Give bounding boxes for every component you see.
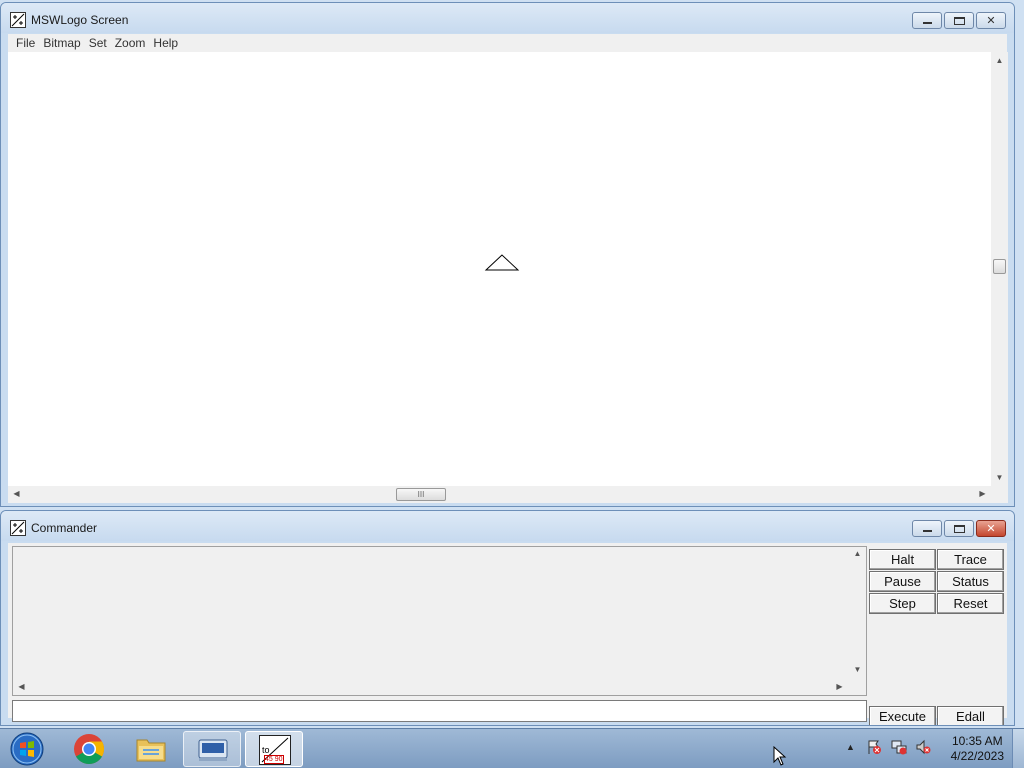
pause-button[interactable]: Pause xyxy=(869,571,936,592)
vertical-scrollbar[interactable]: ▲ ▼ xyxy=(991,52,1008,486)
scroll-right-arrow-icon[interactable]: ▶ xyxy=(974,489,991,498)
commander-close-button[interactable]: ✕ xyxy=(976,520,1006,537)
history-scroll-left-icon[interactable]: ◀ xyxy=(13,682,30,691)
commander-minimize-button[interactable] xyxy=(912,520,942,537)
maximize-icon xyxy=(954,17,965,25)
commander-app-icon xyxy=(10,520,26,536)
commander-window-title: Commander xyxy=(31,521,98,535)
scroll-left-arrow-icon[interactable]: ◀ xyxy=(8,489,25,498)
commander-caption-buttons: ✕ xyxy=(910,520,1006,537)
windows-orb-icon xyxy=(10,732,44,766)
menu-help[interactable]: Help xyxy=(153,34,184,52)
menu-bitmap[interactable]: Bitmap xyxy=(43,34,86,52)
execute-button[interactable]: Execute xyxy=(869,706,936,725)
mswlogo-icon-subtext: 45 90 xyxy=(264,755,284,764)
menu-zoom[interactable]: Zoom xyxy=(115,34,152,52)
mswlogo-taskbar-icon: to 45 90 xyxy=(259,735,291,765)
mouse-cursor-icon xyxy=(773,746,787,766)
mswlogo-screen-window: MSWLogo Screen ✕ File Bitmap Set Zoom He… xyxy=(0,2,1015,507)
show-desktop-button[interactable] xyxy=(1012,729,1024,768)
maximize-button[interactable] xyxy=(944,12,974,29)
screen-caption-buttons: ✕ xyxy=(910,12,1006,29)
commander-window: Commander ✕ ▲ ▼ ◀ ▶ Halt Trace Pause Sta… xyxy=(0,510,1015,726)
minimize-button[interactable] xyxy=(912,12,942,29)
screen-window-title: MSWLogo Screen xyxy=(31,13,129,27)
clock-time: 10:35 AM xyxy=(951,734,1003,748)
network-icon[interactable] xyxy=(891,739,907,758)
folder-icon xyxy=(136,739,166,762)
history-scroll-up-icon[interactable]: ▲ xyxy=(849,549,866,558)
scroll-down-arrow-icon[interactable]: ▼ xyxy=(991,473,1008,482)
horizontal-scrollbar[interactable]: ◀ III ▶ xyxy=(8,486,991,503)
start-button[interactable] xyxy=(2,731,52,767)
drawing-canvas[interactable] xyxy=(8,52,991,486)
vertical-scroll-thumb[interactable] xyxy=(993,259,1006,274)
history-scroll-right-icon[interactable]: ▶ xyxy=(831,682,848,691)
size-grip[interactable] xyxy=(991,486,1008,503)
turtle-graphics xyxy=(484,254,520,271)
close-icon: ✕ xyxy=(986,15,996,27)
chrome-icon xyxy=(74,734,105,765)
command-history-list[interactable]: ▲ ▼ ◀ ▶ xyxy=(12,546,867,696)
system-clock[interactable]: 10:35 AM 4/22/2023 xyxy=(951,734,1004,764)
trace-button[interactable]: Trace xyxy=(937,549,1004,570)
status-button[interactable]: Status xyxy=(937,571,1004,592)
commander-maximize-button[interactable] xyxy=(944,520,974,537)
history-scroll-down-icon[interactable]: ▼ xyxy=(849,665,866,674)
screen-titlebar[interactable]: MSWLogo Screen ✕ xyxy=(1,3,1014,33)
commander-body: ▲ ▼ ◀ ▶ Halt Trace Pause Status Step Res… xyxy=(8,543,1007,725)
minimize-icon xyxy=(923,22,932,24)
show-hidden-icons-arrow-icon[interactable]: ▲ xyxy=(846,742,855,752)
action-center-flag-icon[interactable] xyxy=(866,739,882,758)
commander-titlebar[interactable]: Commander ✕ xyxy=(1,511,1014,541)
maximize-icon xyxy=(954,525,965,533)
halt-button[interactable]: Halt xyxy=(869,549,936,570)
turtle-icon xyxy=(484,254,520,271)
reset-button[interactable]: Reset xyxy=(937,593,1004,614)
clock-date: 4/22/2023 xyxy=(950,749,1004,763)
taskbar: to 45 90 ▲ 10:35 AM 4/22/2023 xyxy=(0,728,1024,768)
menu-file[interactable]: File xyxy=(16,34,41,52)
close-icon: ✕ xyxy=(986,523,996,535)
mswlogo-icon-text: to xyxy=(262,745,270,755)
keyboard-icon xyxy=(198,739,228,761)
close-button[interactable]: ✕ xyxy=(976,12,1006,29)
step-button[interactable]: Step xyxy=(869,593,936,614)
volume-muted-icon[interactable] xyxy=(915,739,931,758)
taskbar-chrome[interactable] xyxy=(60,731,118,767)
scroll-up-arrow-icon[interactable]: ▲ xyxy=(991,56,1008,65)
command-input[interactable] xyxy=(12,700,867,722)
taskbar-file-explorer[interactable] xyxy=(122,731,180,767)
menu-set[interactable]: Set xyxy=(89,34,113,52)
screen-menubar: File Bitmap Set Zoom Help xyxy=(8,34,1007,52)
taskbar-on-screen-keyboard[interactable] xyxy=(183,731,241,767)
mswlogo-app-icon xyxy=(10,12,26,28)
minimize-icon xyxy=(923,530,932,532)
edall-button[interactable]: Edall xyxy=(937,706,1004,725)
horizontal-scroll-thumb[interactable]: III xyxy=(396,488,446,501)
taskbar-mswlogo[interactable]: to 45 90 xyxy=(245,731,303,767)
